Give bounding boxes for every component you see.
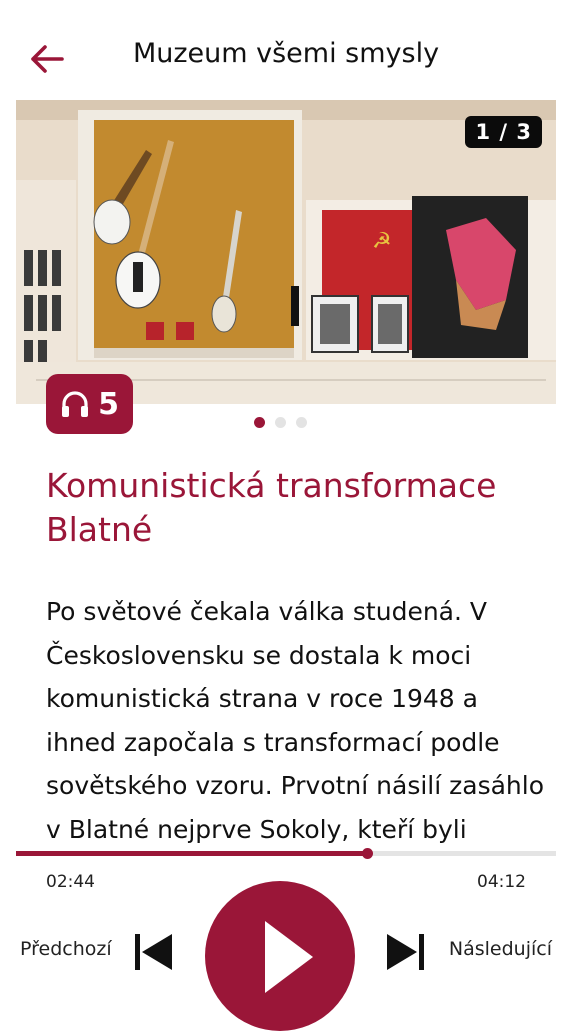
total-time: 04:12	[477, 872, 526, 892]
headphones-icon	[62, 391, 89, 417]
carousel-dot-2[interactable]	[275, 417, 286, 428]
carousel-dot-1[interactable]	[254, 417, 265, 428]
skip-next-button[interactable]	[385, 932, 427, 972]
previous-label[interactable]: Předchozí	[20, 938, 112, 960]
image-counter-badge: 1 / 3	[465, 116, 542, 148]
image-carousel[interactable]: ☭ 1 / 3	[16, 100, 556, 404]
play-button[interactable]	[205, 881, 355, 1031]
carousel-dot-3[interactable]	[296, 417, 307, 428]
audio-stop-number: 5	[98, 386, 119, 422]
audio-stop-badge[interactable]: 5	[46, 374, 133, 434]
progress-fill	[16, 851, 367, 856]
svg-text:☭: ☭	[372, 229, 392, 254]
skip-previous-icon	[135, 934, 172, 970]
audio-progress-bar[interactable]	[16, 848, 556, 859]
page-title: Muzeum všemi smysly	[132, 38, 440, 69]
back-button[interactable]	[22, 36, 72, 82]
skip-next-icon	[387, 934, 424, 970]
play-icon	[265, 921, 313, 993]
next-label[interactable]: Následující	[449, 938, 552, 960]
carousel-pagination	[254, 417, 307, 428]
skip-previous-button[interactable]	[132, 932, 174, 972]
progress-handle[interactable]	[362, 848, 373, 859]
app-header: Muzeum všemi smysly	[0, 0, 572, 100]
elapsed-time: 02:44	[46, 872, 95, 892]
arrow-left-icon	[31, 45, 64, 73]
article-title: Komunistická transformace Blatné	[46, 466, 497, 549]
article-body: Po světové čekala válka studená. V Česko…	[46, 597, 544, 844]
